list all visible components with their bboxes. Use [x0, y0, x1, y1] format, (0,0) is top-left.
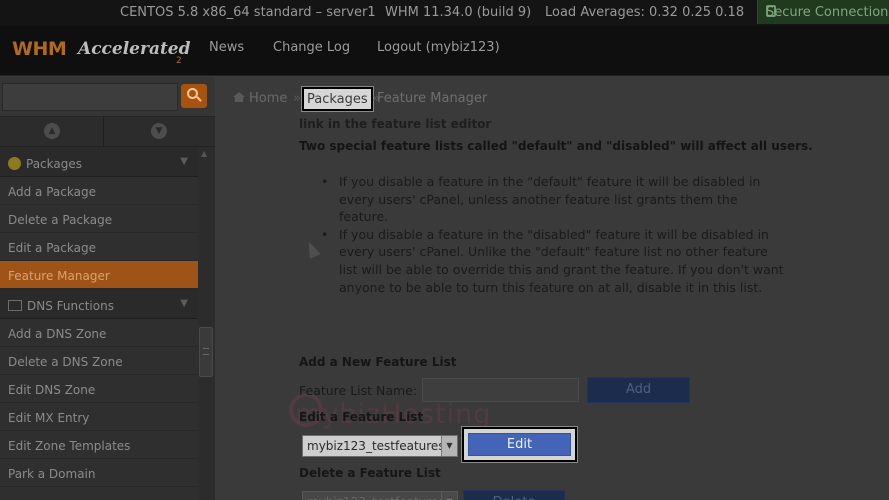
nav-logout-link[interactable]: Logout (mybiz123): [377, 40, 500, 55]
secure-connection-badge: Secure Connection: [757, 0, 889, 24]
sidebar-section-label: Packages: [26, 157, 82, 171]
chevron-down-icon: ▼: [441, 492, 457, 500]
sidebar-item-edit-mx-entry[interactable]: Edit MX Entry: [0, 403, 198, 431]
edit-button[interactable]: Edit: [468, 433, 571, 456]
sidebar-section-packages[interactable]: Packages ▼: [0, 147, 198, 177]
delete-select-value: mybiz123_testfeatures: [307, 495, 445, 500]
add-button[interactable]: Add: [587, 377, 690, 403]
sidebar-search-row: [0, 77, 215, 117]
arrow-up-icon: ▲: [44, 123, 60, 139]
sidebar-item-edit-zone-templates[interactable]: Edit Zone Templates: [0, 431, 198, 459]
sidebar-scrollbar[interactable]: ▲: [198, 147, 215, 500]
packages-icon: [8, 157, 21, 170]
sidebar-menu: Packages ▼ Add a Package Delete a Packag…: [0, 147, 198, 487]
collapse-all-button[interactable]: ▼: [105, 117, 215, 147]
breadcrumb-current: Feature Manager: [377, 91, 488, 106]
search-button[interactable]: [181, 84, 207, 108]
special-lists-note: Two special feature lists called "defaul…: [299, 139, 813, 153]
intro-text: link in the feature list editor: [299, 117, 492, 131]
sidebar-item-park-domain[interactable]: Park a Domain: [0, 459, 198, 487]
sidebar-item-add-package[interactable]: Add a Package: [0, 177, 198, 205]
edit-select-value: mybiz123_testfeatures: [307, 439, 445, 453]
scrollbar-thumb[interactable]: [199, 327, 213, 377]
breadcrumb: Home » Packages » Feature Manager: [233, 87, 487, 111]
edit-feature-list-select[interactable]: mybiz123_testfeatures ▼: [302, 435, 458, 457]
sidebar-item-edit-package[interactable]: Edit a Package: [0, 233, 198, 261]
breadcrumb-home[interactable]: Home: [249, 91, 287, 106]
home-icon: [233, 92, 245, 102]
sidebar-section-dns[interactable]: DNS Functions ▼: [0, 289, 198, 319]
sidebar-section-label: DNS Functions: [27, 299, 114, 313]
top-navbar: WHM Accelerated 2 News Change Log Logout…: [0, 26, 889, 76]
chevron-down-icon: ▼: [180, 156, 188, 167]
bullet-default: If you disable a feature in the "default…: [315, 173, 785, 226]
sidebar-item-add-dns-zone[interactable]: Add a DNS Zone: [0, 319, 198, 347]
dns-icon: [8, 300, 22, 311]
chevron-down-icon: ▼: [180, 298, 188, 309]
feature-list-name-label: Feature List Name:: [299, 383, 418, 398]
whm-version: WHM 11.34.0 (build 9): [385, 5, 532, 20]
edit-button-highlight: Edit: [462, 427, 577, 462]
search-icon-handle: [196, 96, 202, 102]
info-bullets: If you disable a feature in the "default…: [315, 173, 785, 296]
whm-logo[interactable]: WHM Accelerated 2: [12, 36, 191, 66]
main-content: Home » Packages » Feature Manager link i…: [215, 77, 889, 500]
grip-icon: [203, 348, 209, 355]
sidebar-collapse-row: ▲ ▼: [0, 117, 215, 147]
breadcrumb-packages[interactable]: Packages: [302, 87, 373, 111]
server-os: CENTOS 5.8 x86_64 standard – server1: [120, 5, 376, 20]
secure-connection-text: Secure Connection: [766, 5, 889, 20]
feature-list-name-input[interactable]: [422, 378, 579, 402]
expand-all-button[interactable]: ▲: [0, 117, 104, 147]
server-status-bar: CENTOS 5.8 x86_64 standard – server1 WHM…: [0, 0, 889, 26]
nav-news-link[interactable]: News: [209, 40, 244, 55]
add-feature-list-heading: Add a New Feature List: [299, 355, 457, 369]
sidebar-item-edit-dns-zone[interactable]: Edit DNS Zone: [0, 375, 198, 403]
logo-whm-text: WHM: [12, 38, 67, 60]
arrow-down-icon: ▼: [151, 123, 167, 139]
logo-accelerated-text: Accelerated: [78, 39, 191, 59]
edit-feature-list-heading: Edit a Feature List: [299, 410, 424, 424]
logo-version-sup: 2: [176, 56, 182, 66]
sidebar-item-feature-manager[interactable]: Feature Manager: [0, 261, 198, 289]
sidebar: ▲ ▼ Packages ▼ Add a Package Delete a Pa…: [0, 77, 215, 500]
sidebar-item-delete-package[interactable]: Delete a Package: [0, 205, 198, 233]
sidebar-item-delete-dns-zone[interactable]: Delete a DNS Zone: [0, 347, 198, 375]
chevron-down-icon: ▼: [441, 436, 457, 456]
delete-feature-list-select[interactable]: mybiz123_testfeatures ▼: [302, 491, 458, 500]
sidebar-search-input[interactable]: [2, 83, 178, 111]
bullet-disabled: If you disable a feature in the "disable…: [315, 226, 785, 296]
delete-feature-list-heading: Delete a Feature List: [299, 466, 441, 480]
breadcrumb-separator: »: [293, 91, 301, 106]
scroll-up-icon[interactable]: ▲: [201, 149, 207, 158]
load-averages: Load Averages: 0.32 0.25 0.18: [545, 5, 745, 20]
nav-changelog-link[interactable]: Change Log: [273, 40, 350, 55]
delete-button[interactable]: Delete: [463, 490, 565, 500]
